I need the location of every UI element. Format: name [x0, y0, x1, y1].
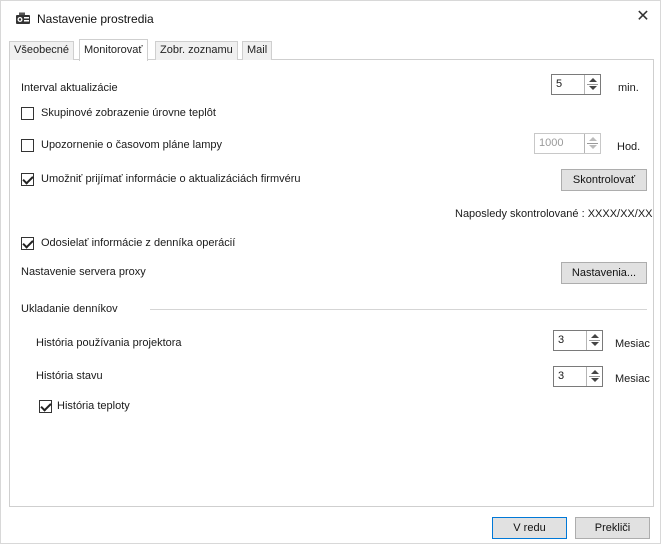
spinner-buttons[interactable] — [586, 367, 602, 386]
group-temp-label: Skupinové zobrazenie úrovne teplôt — [41, 107, 216, 119]
log-section-title: Ukladanie denníkov — [21, 303, 118, 315]
status-history-spinner[interactable]: 3 — [553, 366, 603, 387]
lamp-warning-checkbox[interactable] — [21, 139, 34, 152]
usage-history-label: História používania projektora — [36, 337, 182, 349]
spinner-down-icon[interactable] — [589, 86, 597, 90]
spinner-buttons[interactable] — [586, 331, 602, 350]
firmware-info-checkbox[interactable] — [21, 173, 34, 186]
spinner-up-icon[interactable] — [589, 78, 597, 82]
title-bar: Nastavenie prostredia ✕ — [1, 1, 660, 33]
status-history-value: 3 — [558, 370, 565, 382]
spinner-down-icon[interactable] — [591, 342, 599, 346]
send-log-checkbox[interactable] — [21, 237, 34, 250]
proxy-settings-button[interactable]: Nastavenia... — [561, 262, 647, 284]
tab-strip: Všeobecné Monitorovať Zobr. zoznamu Mail — [9, 39, 654, 61]
proxy-label: Nastavenie servera proxy — [21, 266, 146, 278]
usage-history-unit: Mesiac — [615, 338, 650, 350]
check-firmware-button[interactable]: Skontrolovať — [561, 169, 647, 191]
tab-list-view[interactable]: Zobr. zoznamu — [155, 41, 238, 60]
spinner-up-icon[interactable] — [591, 370, 599, 374]
tab-general[interactable]: Všeobecné — [9, 41, 75, 60]
firmware-info-label: Umožniť prijímať informácie o aktualizác… — [41, 173, 301, 185]
spinner-buttons — [584, 134, 600, 153]
lamp-hours-spinner: 1000 — [534, 133, 601, 154]
lamp-hours-unit: Hod. — [617, 141, 641, 153]
temp-history-label: História teploty — [57, 400, 130, 412]
tab-monitor[interactable]: Monitorovať — [79, 39, 148, 61]
temp-history-checkbox[interactable] — [39, 400, 52, 413]
usage-history-value: 3 — [558, 334, 565, 346]
update-interval-unit: min. — [618, 82, 639, 94]
cancel-button[interactable]: Prekliči — [575, 517, 650, 539]
spinner-up-icon — [589, 137, 597, 141]
settings-dialog: Nastavenie prostredia ✕ Všeobecné Monito… — [0, 0, 661, 544]
usage-history-spinner[interactable]: 3 — [553, 330, 603, 351]
lamp-warning-label: Upozornenie o časovom pláne lampy — [41, 139, 222, 151]
update-interval-spinner[interactable]: 5 — [551, 74, 601, 95]
close-icon[interactable]: ✕ — [632, 7, 654, 27]
projector-settings-icon — [16, 12, 30, 24]
last-checked-text: Naposledy skontrolované : XXXX/XX/XX — [455, 208, 653, 220]
status-history-unit: Mesiac — [615, 373, 650, 385]
monitor-panel: Interval aktualizácie 5 min. Skupinové z… — [9, 60, 654, 507]
update-interval-label: Interval aktualizácie — [21, 82, 118, 94]
tab-mail[interactable]: Mail — [242, 41, 273, 60]
section-divider — [150, 309, 647, 310]
ok-button[interactable]: V redu — [492, 517, 567, 539]
spinner-down-icon[interactable] — [591, 378, 599, 382]
status-history-label: História stavu — [36, 370, 103, 382]
group-temp-checkbox[interactable] — [21, 107, 34, 120]
spinner-down-icon — [589, 145, 597, 149]
spinner-up-icon[interactable] — [591, 334, 599, 338]
spinner-buttons[interactable] — [584, 75, 600, 94]
send-log-label: Odosielať informácie z denníka operácií — [41, 237, 236, 249]
window-title: Nastavenie prostredia — [37, 12, 154, 26]
lamp-hours-value: 1000 — [539, 137, 564, 149]
update-interval-value: 5 — [556, 78, 563, 90]
